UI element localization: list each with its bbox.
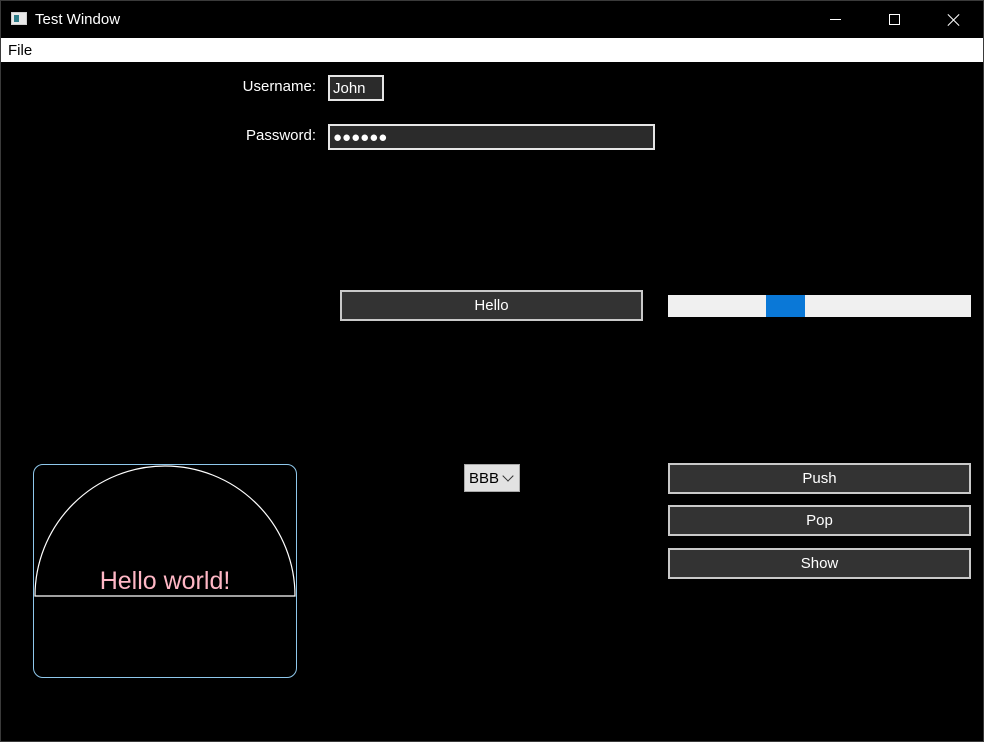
password-field[interactable] xyxy=(328,124,655,150)
scrollbar-thumb[interactable] xyxy=(766,295,805,317)
hello-button[interactable]: Hello xyxy=(340,290,643,321)
title-bar[interactable]: Test Window xyxy=(1,1,983,38)
menu-bar: File xyxy=(1,38,983,62)
minimize-button[interactable] xyxy=(807,1,865,38)
push-button[interactable]: Push xyxy=(668,463,971,494)
combo-box[interactable]: BBB xyxy=(464,464,520,492)
app-window-icon xyxy=(11,12,27,25)
horizontal-scrollbar[interactable] xyxy=(668,295,971,317)
main-window: Test Window File Username: Password: Hel… xyxy=(0,0,984,742)
username-field[interactable] xyxy=(328,75,384,101)
show-button[interactable]: Show xyxy=(668,548,971,579)
combo-selected-value: BBB xyxy=(469,470,500,487)
window-title: Test Window xyxy=(35,11,121,28)
username-label: Username: xyxy=(242,78,316,95)
pop-button[interactable]: Pop xyxy=(668,505,971,536)
password-label: Password: xyxy=(245,127,316,144)
canvas-hello-text: Hello world! xyxy=(99,567,231,595)
menu-item-file[interactable]: File xyxy=(8,42,32,59)
maximize-button[interactable] xyxy=(865,1,923,38)
chevron-down-icon xyxy=(502,470,514,482)
close-button[interactable] xyxy=(923,1,981,38)
